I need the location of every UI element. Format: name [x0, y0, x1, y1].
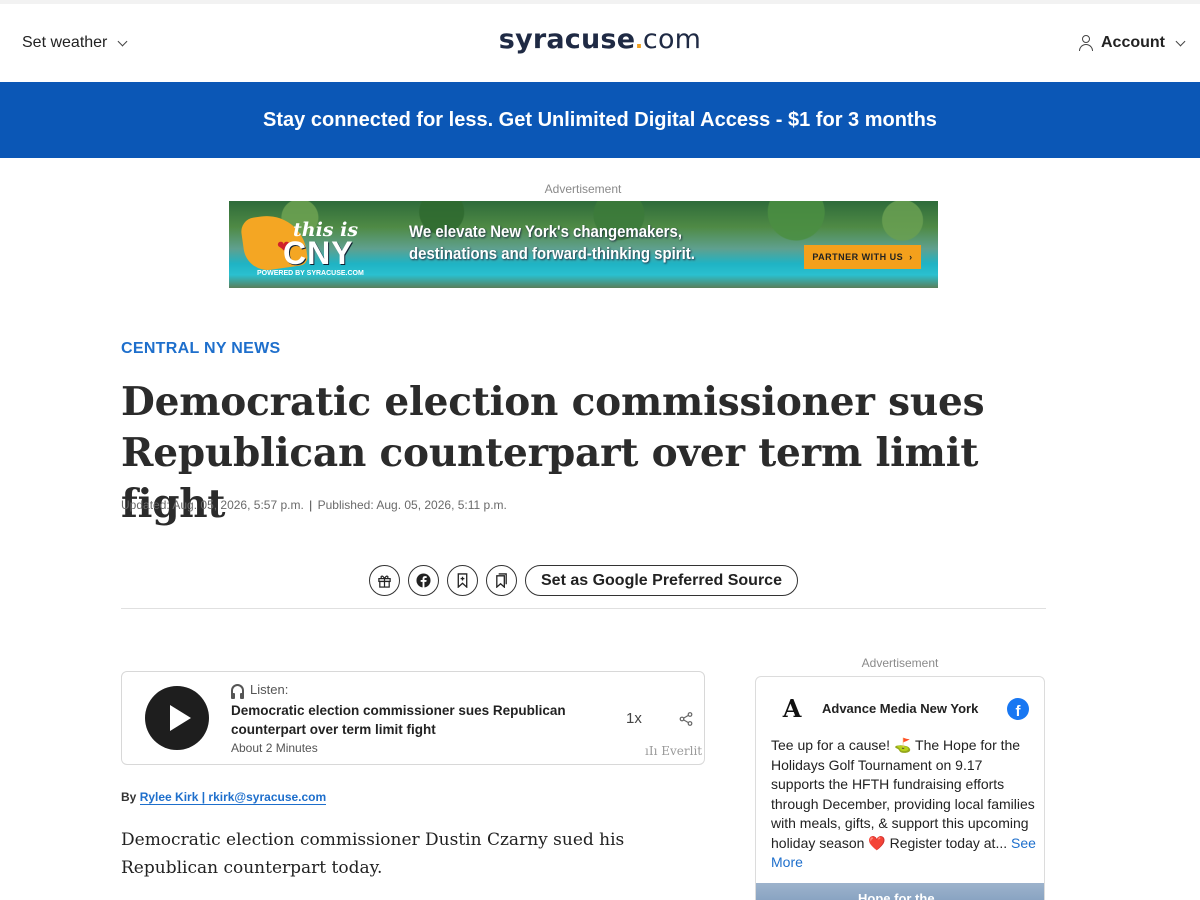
listen-header: Listen:: [231, 682, 289, 699]
site-header: Set weather syracuse.com Account: [0, 4, 1200, 82]
article-dateline: Updated: Aug. 05, 2026, 5:57 p.m. | Publ…: [121, 498, 507, 512]
article-paragraph: Democratic election commissioner Dustin …: [121, 830, 625, 878]
advertisement-banner[interactable]: ❤ this is CNY POWERED BY SYRACUSE.COM We…: [229, 201, 938, 288]
audio-bars-icon: ıIı: [645, 744, 658, 758]
dateline-separator: |: [309, 498, 313, 512]
everlit-brand: ıIı Everlit: [645, 744, 702, 758]
user-icon: [1079, 35, 1093, 51]
facebook-share-button[interactable]: [408, 565, 439, 596]
byline: By Rylee Kirk | rkirk@syracuse.com: [121, 790, 327, 805]
advertisement-label: Advertisement: [544, 182, 622, 196]
ad-post-text: Tee up for a cause! ⛳ The Hope for the H…: [771, 736, 1036, 873]
ad-post-image[interactable]: Hope for the: [756, 883, 1044, 900]
share-bar-divider: [121, 608, 1046, 609]
ad-powered-by: POWERED BY SYRACUSE.COM: [257, 270, 364, 277]
subscription-promo-link[interactable]: Stay connected for less. Get Unlimited D…: [263, 109, 937, 132]
listen-label: Listen:: [250, 682, 289, 697]
updated-timestamp: Updated: Aug. 05, 2026, 5:57 p.m.: [121, 498, 304, 512]
section-kicker[interactable]: CENTRAL NY NEWS: [121, 340, 280, 358]
ad-tagline-line-1: We elevate New York's changemakers,: [409, 222, 682, 241]
account-label: Account: [1101, 34, 1165, 51]
bookmarks-icon: [496, 573, 507, 588]
logo-dot: .: [635, 24, 643, 54]
gift-icon: [378, 575, 391, 588]
author-link[interactable]: Rylee Kirk | rkirk@syracuse.com: [139, 790, 327, 805]
audio-player: Listen: Democratic election commissioner…: [121, 671, 705, 765]
playback-speed-button[interactable]: 1x: [626, 710, 642, 727]
ad-cny: CNY: [283, 235, 354, 271]
play-button[interactable]: [145, 686, 209, 750]
logo-tld: com: [642, 24, 702, 55]
sidebar-advertisement-label: Advertisement: [861, 656, 939, 670]
ad-image-caption: Hope for the: [858, 891, 935, 900]
logo-brand: syracuse: [498, 24, 636, 55]
facebook-icon: [416, 573, 431, 588]
bookmark-icon: [457, 573, 468, 588]
site-logo[interactable]: syracuse.com: [0, 24, 1200, 55]
gift-article-button[interactable]: [369, 565, 400, 596]
chevron-down-icon: [1175, 36, 1186, 46]
sidebar-facebook-ad[interactable]: A Advance Media New York f Tee up for a …: [755, 676, 1045, 900]
share-bar: Set as Google Preferred Source: [369, 565, 798, 596]
published-timestamp: Published: Aug. 05, 2026, 5:11 p.m.: [317, 498, 507, 512]
everlit-label: Everlit: [661, 744, 703, 758]
headphones-icon: [231, 684, 244, 699]
player-duration: About 2 Minutes: [231, 741, 318, 755]
facebook-icon[interactable]: f: [1007, 698, 1029, 720]
ad-page-name[interactable]: Advance Media New York: [822, 701, 978, 716]
subscription-promo-bar: Stay connected for less. Get Unlimited D…: [0, 82, 1200, 158]
byline-prefix: By: [121, 790, 137, 804]
player-title: Democratic election commissioner sues Re…: [231, 703, 566, 737]
ad-post-body: Tee up for a cause! ⛳ The Hope for the H…: [771, 737, 1035, 851]
partner-label: PARTNER WITH US: [812, 252, 904, 262]
save-article-button[interactable]: [447, 565, 478, 596]
chevron-right-icon: ›: [909, 252, 913, 262]
share-icon[interactable]: [679, 712, 693, 726]
saved-articles-button[interactable]: [486, 565, 517, 596]
ad-tagline: We elevate New York's changemakers, dest…: [409, 221, 726, 265]
ad-tagline-line-2: destinations and forward-thinking spirit…: [409, 244, 695, 263]
google-preferred-source-button[interactable]: Set as Google Preferred Source: [525, 565, 798, 596]
advance-media-logo: A: [782, 693, 802, 723]
account-button[interactable]: Account: [1079, 34, 1186, 52]
partner-with-us-button[interactable]: PARTNER WITH US ›: [804, 245, 921, 269]
